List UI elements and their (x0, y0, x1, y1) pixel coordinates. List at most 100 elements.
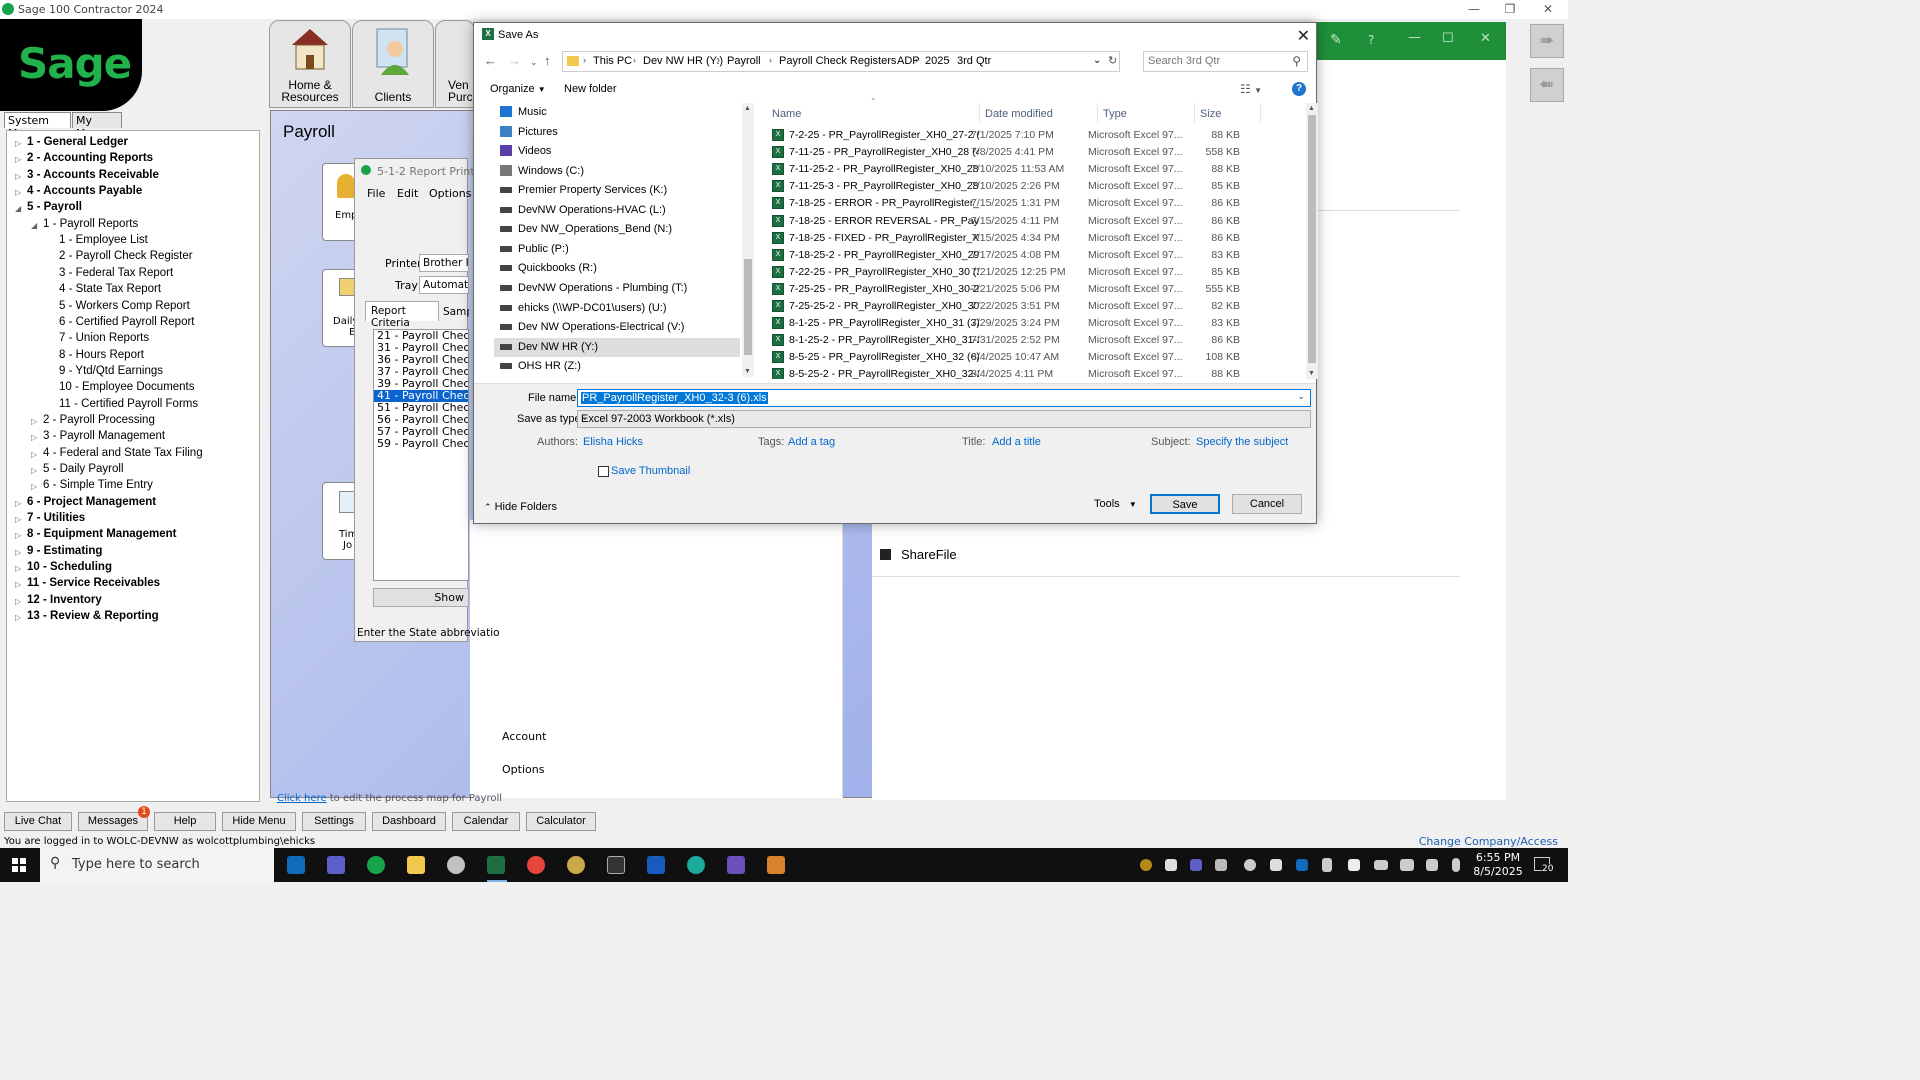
tree-item[interactable]: 6 - Project Management (27, 496, 156, 508)
dashboard-button[interactable]: Dashboard (372, 812, 446, 831)
app-icon-5[interactable] (767, 856, 785, 874)
column-name[interactable]: Name (772, 108, 801, 120)
hide-folders-button[interactable]: ⌃ Hide Folders (484, 501, 557, 513)
help-button[interactable]: Help (154, 812, 216, 831)
feedback-icon[interactable]: ✎ (1330, 32, 1342, 48)
tree-item[interactable]: 3 - Payroll Management (43, 430, 165, 442)
tree-expand-icon[interactable]: ▷ (15, 580, 21, 589)
save-thumbnail-label[interactable]: Save Thumbnail (611, 465, 690, 477)
organize-button[interactable]: Organize ▼ (490, 83, 546, 95)
tree-item[interactable]: 5 - Payroll (27, 201, 82, 213)
tree-item[interactable]: 7 - Utilities (27, 512, 85, 524)
nav-item[interactable]: Premier Property Services (K:) (494, 181, 740, 200)
app-icon-4[interactable] (727, 856, 745, 874)
tab-report-criteria[interactable]: Report Criteria (365, 301, 439, 329)
tray-teams-icon[interactable] (1190, 859, 1202, 871)
nav-item[interactable]: Quickbooks (R:) (494, 259, 740, 278)
tree-item[interactable]: 1 - Payroll Reports (43, 218, 138, 230)
click-here-link[interactable]: Click here (277, 793, 327, 804)
file-row[interactable]: X 8-1-25 - PR_PayrollRegister_XH0_31 (3).… (760, 315, 1300, 332)
breadcrumb-item[interactable]: This PC (593, 55, 632, 67)
tree-expand-icon[interactable]: ▷ (15, 139, 21, 148)
column-date-modified[interactable]: Date modified (985, 108, 1053, 120)
search-input[interactable] (1148, 55, 1288, 67)
battery-icon[interactable] (1374, 860, 1388, 870)
report-list[interactable]: 21 - Payroll Check Re31 - Payroll Check … (373, 329, 469, 581)
tree-expand-icon[interactable]: ▷ (15, 564, 21, 573)
breadcrumb-separator-icon[interactable]: › (583, 55, 586, 65)
file-list-scrollbar[interactable]: ▲ ▼ (1306, 103, 1318, 379)
tree-item[interactable]: 1 - General Ledger (27, 136, 128, 148)
nav-item[interactable]: DevNW Operations - Plumbing (T:) (494, 279, 740, 298)
tree-item[interactable]: 11 - Certified Payroll Forms (59, 398, 198, 410)
inner-close-icon[interactable]: ✕ (1480, 31, 1491, 46)
menu-file[interactable]: File (367, 187, 385, 200)
show-button[interactable]: Show (373, 588, 469, 607)
file-row[interactable]: X 8-1-25-2 - PR_PayrollRegister_XH0_31-2 … (760, 332, 1300, 349)
time-node[interactable]: Tim Jo (322, 482, 358, 560)
tree-item[interactable]: 8 - Hours Report (59, 349, 144, 361)
recent-locations-icon[interactable]: ⌄ (530, 57, 538, 68)
menu-options[interactable]: Options (429, 187, 471, 200)
file-row[interactable]: X 7-11-25 - PR_PayrollRegister_XH0_28 (4)… (760, 144, 1300, 161)
tree-expand-icon[interactable]: ▷ (15, 155, 21, 164)
file-row[interactable]: X 7-18-25-2 - PR_PayrollRegister_XH0_29-4… (760, 247, 1300, 264)
tree-item[interactable]: 11 - Service Receivables (27, 577, 160, 589)
ribbon-vendors[interactable]: Ven Purc (435, 20, 475, 108)
tree-collapse-icon[interactable]: ◢ (31, 221, 37, 230)
options-link[interactable]: Options (502, 763, 544, 776)
file-name-dropdown-icon[interactable]: ⌄ (1296, 391, 1306, 402)
breadcrumb-separator-icon[interactable]: › (717, 55, 720, 65)
tray-select[interactable]: Automatic (419, 276, 469, 294)
daily-payroll-node[interactable]: Daily E (322, 269, 358, 347)
address-bar[interactable]: › This PC › Dev NW HR (Y:) › Payroll › Payroll … (562, 51, 1120, 72)
tree-expand-icon[interactable]: ▷ (15, 597, 21, 606)
tab-system-menu[interactable]: System Menu (4, 112, 71, 140)
tray-icon-6[interactable] (1322, 858, 1332, 872)
file-row[interactable]: X 7-11-25-3 - PR_PayrollRegister_XH0_28-3… (760, 178, 1300, 195)
file-row[interactable]: X 8-5-25-2 - PR_PayrollRegister_XH0_32-2 … (760, 366, 1300, 379)
tray-icon-4[interactable] (1244, 859, 1256, 871)
tree-expand-icon[interactable]: ▷ (15, 172, 21, 181)
tree-item[interactable]: 2 - Payroll Processing (43, 414, 155, 426)
tree-expand-icon[interactable]: ▷ (15, 188, 21, 197)
forward-arrow-icon[interactable]: ➠ (1530, 24, 1564, 58)
restore-button[interactable]: ❐ (1494, 0, 1526, 19)
dialog-help-icon[interactable]: ? (1292, 82, 1306, 96)
excel-taskbar-icon[interactable] (487, 856, 505, 874)
report-list-item[interactable]: 59 - Payroll Check Re (374, 438, 468, 450)
menu-edit[interactable]: Edit (397, 187, 418, 200)
forward-icon[interactable]: → (508, 53, 521, 68)
inner-maximize-icon[interactable]: ☐ (1442, 31, 1454, 46)
dialog-close-button[interactable]: ✕ (1297, 26, 1310, 46)
search-box[interactable]: ⚲ (1143, 51, 1308, 72)
refresh-icon[interactable]: ↻ (1108, 54, 1117, 67)
title-field[interactable]: Add a title (992, 436, 1041, 448)
ribbon-home-resources[interactable]: Home & Resources (269, 20, 351, 108)
chrome-icon[interactable] (527, 856, 545, 874)
back-arrow-icon[interactable]: ➠ (1530, 68, 1564, 102)
tray-icon-5[interactable] (1270, 859, 1282, 871)
tree-expand-icon[interactable]: ▷ (15, 499, 21, 508)
tree-item[interactable]: 13 - Review & Reporting (27, 610, 159, 622)
folder-navigation-pane[interactable]: Music Pictures Videos Windows (C:) Premier P… (480, 103, 748, 377)
tags-field[interactable]: Add a tag (788, 436, 835, 448)
tree-item[interactable]: 9 - Estimating (27, 545, 102, 557)
tree-item[interactable]: 10 - Employee Documents (59, 381, 195, 393)
tree-item[interactable]: 4 - Federal and State Tax Filing (43, 447, 203, 459)
tree-expand-icon[interactable]: ▷ (15, 548, 21, 557)
nav-item[interactable]: Pictures (494, 123, 740, 142)
breadcrumb-item[interactable]: Dev NW HR (Y:) (643, 55, 723, 67)
file-row[interactable]: X 7-25-25 - PR_PayrollRegister_XH0_30-2 (… (760, 281, 1300, 298)
nav-scroll-thumb[interactable] (744, 259, 752, 355)
menu-tree[interactable]: 1 - General Ledger ▷ 2 - Accounting Report… (6, 130, 260, 802)
file-row[interactable]: X 7-2-25 - PR_PayrollRegister_XH0_27-2 (1… (760, 127, 1300, 144)
ribbon-clients[interactable]: Clients (352, 20, 434, 108)
account-link[interactable]: Account (502, 730, 546, 743)
tree-item[interactable]: 2 - Accounting Reports (27, 152, 153, 164)
breadcrumb-separator-icon[interactable]: › (887, 55, 890, 65)
breadcrumb-item[interactable]: 2025 (925, 55, 949, 67)
nav-item[interactable]: Public (P:) (494, 240, 740, 259)
tab-my-menu[interactable]: My Menu (72, 112, 122, 140)
employees-node[interactable]: Emp (322, 163, 358, 241)
